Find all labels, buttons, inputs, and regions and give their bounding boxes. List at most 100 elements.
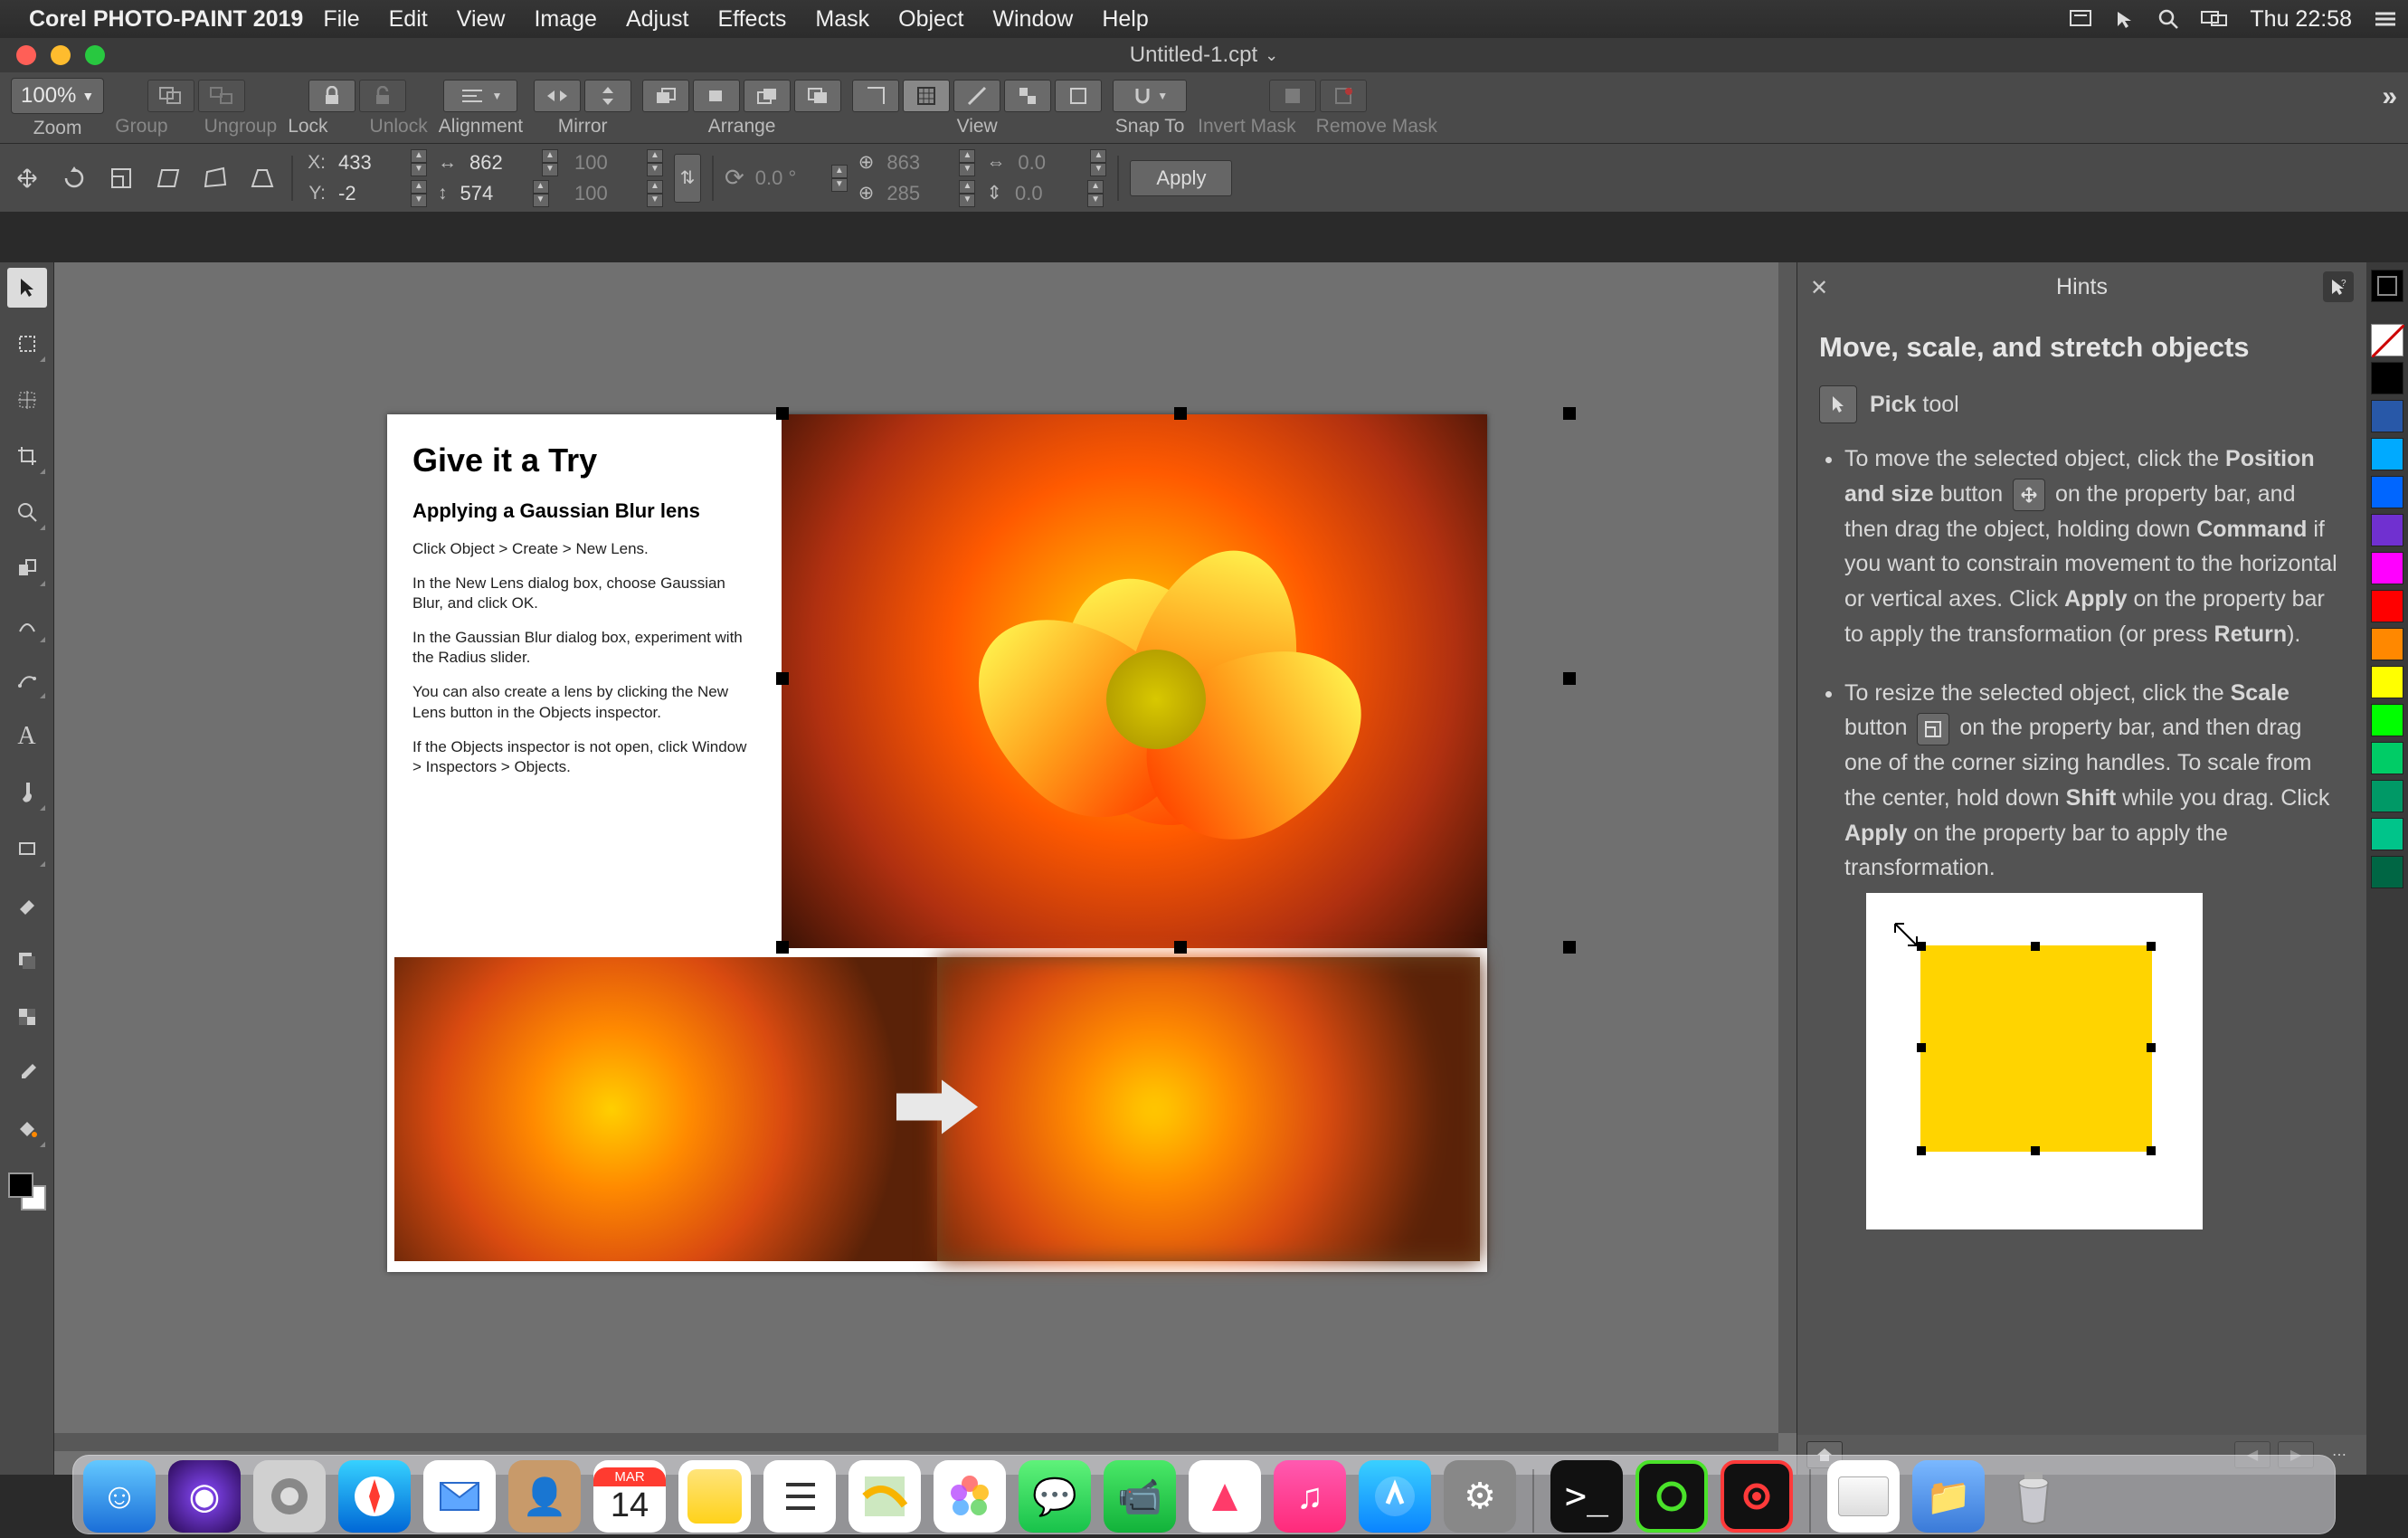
skewh-spinner[interactable]: ▲▼ [1090, 149, 1106, 176]
dock-photos[interactable] [934, 1460, 1006, 1533]
ungroup-button[interactable] [198, 80, 245, 112]
document-title[interactable]: Untitled-1.cpt [1130, 43, 1257, 68]
dock-finder[interactable]: ☺ [83, 1460, 156, 1533]
perspective-mode-button[interactable] [244, 160, 280, 196]
cx-input[interactable] [881, 149, 959, 176]
hints-close-button[interactable]: ✕ [1810, 275, 1828, 301]
text-tool[interactable]: A [7, 717, 47, 756]
group-button[interactable] [147, 80, 194, 112]
rectangle-tool[interactable] [7, 829, 47, 869]
menubar-clock[interactable]: Thu 22:58 [2250, 6, 2352, 33]
skewv-input[interactable] [1010, 180, 1087, 207]
dock-folder-2[interactable]: 📁 [1912, 1460, 1985, 1533]
dock-news[interactable] [1189, 1460, 1261, 1533]
eraser-tool[interactable] [7, 885, 47, 925]
palette-swatch[interactable] [2371, 590, 2403, 622]
menu-file[interactable]: File [323, 6, 359, 33]
dock-corel-capture[interactable] [1721, 1460, 1793, 1533]
view-guides-button[interactable] [953, 80, 1000, 112]
brush-tool[interactable] [7, 773, 47, 812]
menu-object[interactable]: Object [898, 6, 963, 33]
mask-transform-tool[interactable] [7, 380, 47, 420]
document-surface[interactable]: Give it a Try Applying a Gaussian Blur l… [387, 414, 1487, 1272]
menu-view[interactable]: View [457, 6, 506, 33]
palette-swatch[interactable] [2371, 666, 2403, 698]
dock-contacts[interactable]: 👤 [508, 1460, 581, 1533]
displays-icon[interactable] [2201, 9, 2228, 29]
fill-tool[interactable] [7, 1109, 47, 1149]
dock-corel-connect[interactable] [1635, 1460, 1708, 1533]
skewv-spinner[interactable]: ▲▼ [1087, 180, 1104, 207]
arrange-back-button[interactable] [794, 80, 841, 112]
canvas[interactable]: Give it a Try Applying a Gaussian Blur l… [54, 262, 1797, 1475]
palette-swatch[interactable] [2371, 270, 2403, 302]
aspect-lock-button[interactable]: ⇅ [674, 154, 701, 203]
menu-image[interactable]: Image [534, 6, 596, 33]
dock-music[interactable]: ♫ [1274, 1460, 1346, 1533]
dock-safari[interactable] [338, 1460, 411, 1533]
crop-tool[interactable] [7, 436, 47, 476]
scalex-spinner[interactable]: ▲▼ [647, 149, 663, 176]
dock-launchpad[interactable] [253, 1460, 326, 1533]
unlock-button[interactable] [359, 80, 406, 112]
palette-swatch[interactable] [2371, 818, 2403, 850]
menu-mask[interactable]: Mask [815, 6, 869, 33]
rotation-spinner[interactable]: ▲▼ [831, 165, 848, 192]
x-input[interactable] [333, 149, 411, 176]
rect-mask-tool[interactable] [7, 324, 47, 364]
dock-trash[interactable] [1997, 1460, 2070, 1533]
cy-input[interactable] [881, 180, 959, 207]
dock-calendar[interactable]: MAR14 [593, 1460, 666, 1533]
skewh-input[interactable] [1012, 149, 1090, 176]
snapto-button[interactable]: ▼ [1113, 80, 1187, 112]
scalex-input[interactable] [569, 149, 647, 176]
clone-tool[interactable] [7, 548, 47, 588]
width-spinner[interactable]: ▲▼ [542, 149, 558, 176]
dock-folder-1[interactable] [1827, 1460, 1900, 1533]
cy-spinner[interactable]: ▲▼ [959, 180, 975, 207]
close-window-button[interactable] [16, 45, 36, 65]
rotate-mode-button[interactable] [56, 160, 92, 196]
dock-maps[interactable] [848, 1460, 921, 1533]
distort-mode-button[interactable] [197, 160, 233, 196]
palette-swatch[interactable] [2371, 514, 2403, 546]
y-input[interactable] [333, 180, 411, 207]
apply-button[interactable]: Apply [1130, 160, 1232, 196]
lock-button[interactable] [308, 80, 356, 112]
toolbar-overflow-button[interactable]: » [2382, 81, 2397, 112]
palette-swatch[interactable] [2371, 704, 2403, 736]
effect-tool[interactable] [7, 604, 47, 644]
color-swatches[interactable] [8, 1172, 46, 1210]
palette-swatch[interactable] [2371, 628, 2403, 660]
menu-effects[interactable]: Effects [717, 6, 786, 33]
invert-mask-button[interactable] [1269, 80, 1316, 112]
palette-swatch[interactable] [2371, 362, 2403, 394]
rotation-input[interactable] [750, 165, 831, 192]
dock-mail[interactable] [423, 1460, 496, 1533]
notification-center-icon[interactable] [2069, 9, 2092, 29]
x-spinner[interactable]: ▲▼ [411, 149, 427, 176]
menu-help[interactable]: Help [1102, 6, 1148, 33]
app-name[interactable]: Corel PHOTO-PAINT 2019 [29, 6, 303, 33]
spotlight-pointer-icon[interactable] [2114, 8, 2136, 30]
search-icon[interactable] [2157, 8, 2179, 30]
minimize-window-button[interactable] [51, 45, 71, 65]
menu-edit[interactable]: Edit [389, 6, 428, 33]
palette-swatch[interactable] [2371, 780, 2403, 812]
dock-appstore[interactable] [1359, 1460, 1431, 1533]
view-checker-button[interactable] [1004, 80, 1051, 112]
y-spinner[interactable]: ▲▼ [411, 180, 427, 207]
scale-mode-button[interactable] [103, 160, 139, 196]
position-size-mode-button[interactable] [9, 160, 45, 196]
dock-notes[interactable] [678, 1460, 751, 1533]
mirror-v-button[interactable] [584, 80, 631, 112]
canvas-scrollbar-h[interactable] [54, 1433, 1778, 1451]
eyedropper-tool[interactable] [7, 1053, 47, 1093]
dropshadow-tool[interactable] [7, 941, 47, 981]
menu-window[interactable]: Window [992, 6, 1073, 33]
title-dropdown-icon[interactable]: ⌄ [1265, 46, 1278, 65]
scaley-input[interactable] [569, 180, 647, 207]
arrange-backward-button[interactable] [744, 80, 791, 112]
hints-help-button[interactable]: ? [2323, 271, 2354, 302]
dock-messages[interactable]: 💬 [1019, 1460, 1091, 1533]
